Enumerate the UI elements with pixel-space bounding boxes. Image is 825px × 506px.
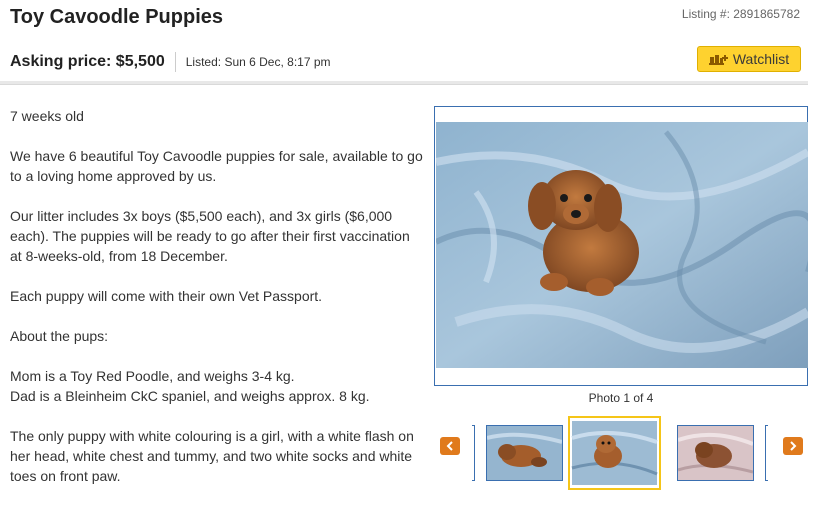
header-divider [0, 81, 808, 85]
desc-litter: Our litter includes 3x boys ($5,500 each… [10, 208, 410, 264]
listing-description: 7 weeks old We have 6 beautiful Toy Cavo… [10, 106, 425, 506]
watchlist-label: Watchlist [732, 51, 790, 67]
desc-passport: Each puppy will come with their own Vet … [10, 288, 323, 304]
thumbnail-1[interactable] [486, 425, 563, 481]
watchlist-icon [708, 55, 728, 65]
main-photo[interactable] [434, 106, 808, 386]
desc-age: 7 weeks old [10, 108, 84, 124]
desc-intro: We have 6 beautiful Toy Cavoodle puppies… [10, 148, 423, 184]
asking-price: Asking price: $5,500 [10, 53, 165, 70]
watchlist-button[interactable]: Watchlist [697, 46, 801, 72]
thumbnail-3[interactable] [677, 425, 754, 481]
listed-date: Listed: Sun 6 Dec, 8:17 pm [185, 55, 331, 69]
desc-mom: Mom is a Toy Red Poodle, and weighs 3-4 … [10, 368, 295, 384]
listing-title: Toy Cavoodle Puppies [10, 6, 223, 28]
thumbnail-2-selected[interactable] [568, 416, 661, 490]
price-row: Asking price: $5,500 Listed: Sun 6 Dec, … [10, 52, 331, 72]
chevron-right-icon [790, 441, 797, 451]
desc-white-puppy: The only puppy with white colouring is a… [10, 428, 414, 484]
thumbnail-partial-right[interactable] [765, 425, 768, 481]
desc-dad: Dad is a Bleinheim CkC spaniel, and weig… [10, 388, 370, 404]
desc-about-heading: About the pups: [10, 328, 109, 344]
chevron-left-icon [446, 441, 453, 451]
puppy-photo [436, 122, 808, 368]
next-photo-button[interactable] [783, 437, 803, 455]
photo-caption: Photo 1 of 4 [588, 391, 654, 405]
prev-photo-button[interactable] [440, 437, 460, 455]
divider [174, 52, 176, 72]
listing-number: Listing #: 2891865782 [681, 7, 800, 21]
thumbnail-partial-left[interactable] [472, 425, 475, 481]
